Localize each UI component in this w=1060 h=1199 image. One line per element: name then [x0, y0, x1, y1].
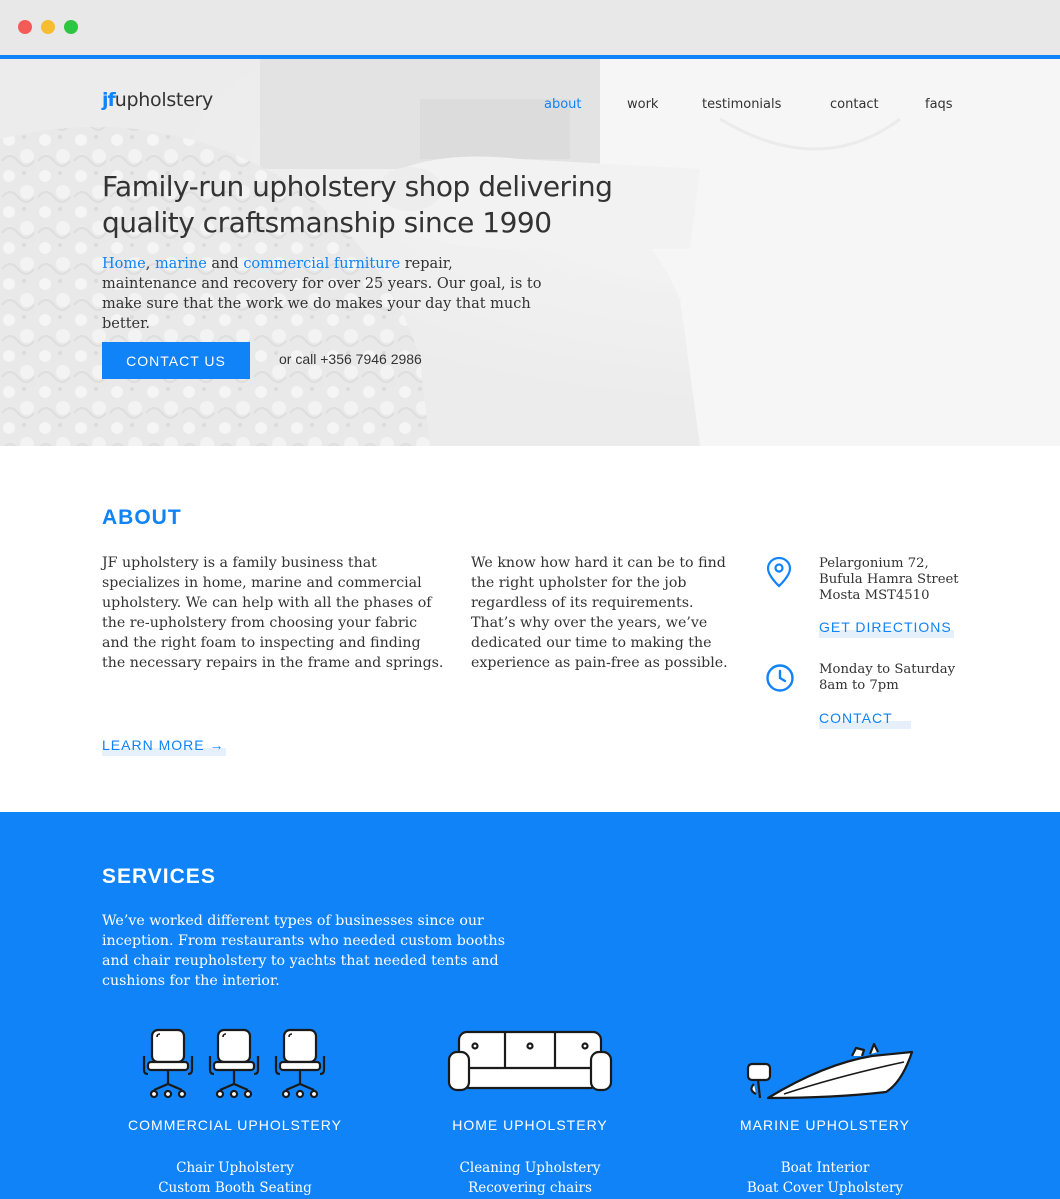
hours-line-1: Monday to Saturday — [819, 662, 956, 677]
about-paragraph-1: JF upholstery is a family business that … — [102, 555, 444, 671]
address-line-3: Mosta MST4510 — [819, 588, 930, 603]
contact-link[interactable]: CONTACT — [819, 710, 911, 729]
service-item: Boat Interior — [780, 1160, 870, 1176]
service-title-commercial: COMMERCIAL UPHOLSTERY — [128, 1117, 342, 1133]
about-heading: ABOUT — [102, 506, 182, 529]
nav-link-contact[interactable]: contact — [830, 97, 879, 112]
hero-description: Home, marine and commercial furniture re… — [102, 254, 542, 334]
hero-section: jfupholstery about work testimonials con… — [0, 59, 1060, 446]
service-item: Chair Upholstery — [176, 1160, 294, 1176]
hero-heading-line2: quality craftsmanship since 1990 — [102, 206, 552, 239]
maximize-window-button[interactable] — [64, 20, 78, 34]
service-item: Recovering chairs — [468, 1180, 592, 1196]
home-link[interactable]: Home — [102, 256, 146, 272]
nav-link-about[interactable]: about — [544, 97, 582, 112]
hours-line-2: 8am to 7pm — [819, 678, 899, 693]
site-logo[interactable]: jfupholstery — [102, 89, 213, 111]
logo-wordmark: upholstery — [114, 89, 213, 111]
hero-heading-line1: Family-run upholstery shop delivering — [102, 170, 613, 203]
about-section: ABOUT JF upholstery is a family business… — [0, 446, 1060, 812]
address-line-1: Pelargonium 72, — [819, 556, 929, 571]
nav-link-testimonials[interactable]: testimonials — [702, 97, 781, 112]
address-block: Pelargonium 72, Bufula Hamra Street Most… — [819, 556, 959, 604]
services-section: SERVICES We’ve worked different types of… — [0, 812, 1060, 1199]
get-directions-link[interactable]: GET DIRECTIONS — [819, 619, 954, 638]
commercial-furniture-link[interactable]: commercial furniture — [243, 256, 400, 272]
marine-link[interactable]: marine — [155, 256, 207, 272]
service-title-home: HOME UPHOLSTERY — [452, 1117, 608, 1133]
about-paragraph-2: We know how hard it can be to find the r… — [471, 555, 728, 671]
address-line-2: Bufula Hamra Street — [819, 572, 959, 587]
boat-icon — [746, 1042, 914, 1100]
hero-heading: Family-run upholstery shop delivering qu… — [102, 169, 662, 241]
office-chairs-icon — [142, 1028, 326, 1099]
nav-link-faqs[interactable]: faqs — [925, 97, 953, 112]
close-window-button[interactable] — [18, 20, 32, 34]
hero-text-sep: , — [145, 256, 155, 272]
service-item: Boat Cover Upholstery — [746, 1180, 904, 1196]
services-description: We’ve worked different types of business… — [102, 913, 505, 989]
service-item: Cleaning Upholstery — [459, 1160, 601, 1176]
services-heading: SERVICES — [102, 865, 216, 888]
location-pin-icon — [766, 556, 792, 588]
service-item: Custom Booth Seating — [158, 1180, 312, 1196]
nav-link-work[interactable]: work — [627, 97, 658, 112]
minimize-window-button[interactable] — [41, 20, 55, 34]
hero-background-image — [0, 59, 1060, 446]
sofa-icon — [447, 1030, 613, 1092]
clock-icon — [766, 664, 794, 692]
learn-more-link[interactable]: LEARN MORE → — [102, 737, 227, 756]
browser-titlebar — [0, 0, 1060, 55]
hours-block: Monday to Saturday 8am to 7pm — [819, 662, 955, 694]
call-phone-text: or call +356 7946 2986 — [279, 351, 422, 367]
service-title-marine: MARINE UPHOLSTERY — [740, 1117, 910, 1133]
contact-us-button[interactable]: CONTACT US — [102, 342, 250, 379]
hero-text-and: and — [206, 256, 244, 272]
logo-mark: jf — [102, 89, 116, 111]
